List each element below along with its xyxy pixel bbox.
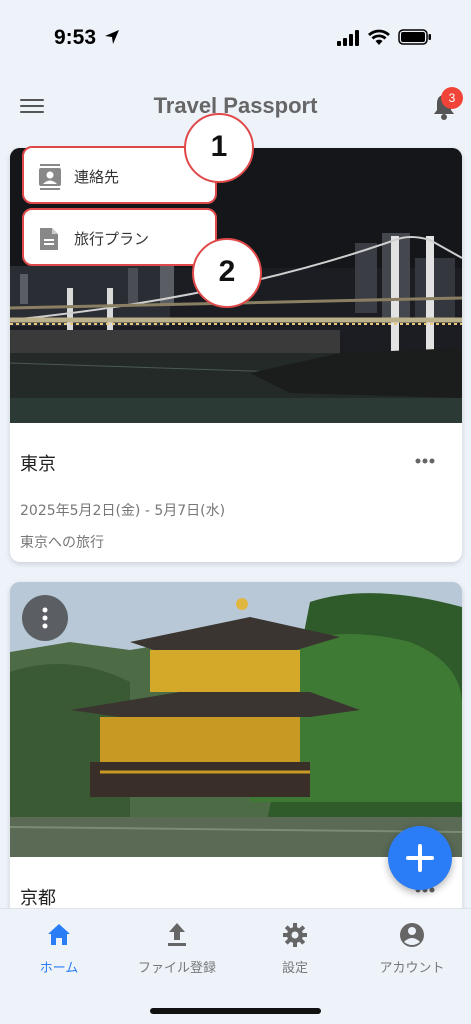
battery-icon <box>398 29 431 45</box>
card-title: 東京 <box>20 454 56 475</box>
home-indicator <box>150 1008 321 1014</box>
kyoto-golden-pavilion-photo <box>10 582 462 857</box>
status-time: 9:53 <box>54 26 97 49</box>
card-dates: 2025年5月2日(金) - 5月7日(水) <box>20 503 226 519</box>
menu-item-travel-plan[interactable]: 旅行プラン <box>22 208 217 266</box>
callout-marker-2: 2 <box>192 238 262 308</box>
card-title: 京都 <box>20 888 56 909</box>
nav-item-home[interactable]: ホーム <box>0 921 118 985</box>
upload-icon <box>168 923 186 946</box>
app-title: Travel Passport <box>153 93 318 118</box>
nav-label: アカウント <box>379 961 445 976</box>
contact-icon <box>39 164 61 190</box>
signal-icon <box>337 30 359 46</box>
add-trip-button[interactable] <box>388 826 452 890</box>
wifi-icon <box>368 29 390 45</box>
more-options-icon[interactable] <box>410 451 440 471</box>
status-bar: 9:53 <box>0 0 471 78</box>
nav-label: 設定 <box>281 961 308 976</box>
callout-marker-1: 1 <box>184 113 254 183</box>
vertical-dots-icon <box>42 607 48 629</box>
bottom-navigation: ホーム ファイル登録 設定 アカウント <box>0 908 471 1024</box>
account-icon <box>400 923 424 947</box>
home-icon <box>48 924 70 945</box>
menu-item-label: 旅行プラン <box>74 230 150 248</box>
gear-icon <box>283 923 307 947</box>
menu-item-label: 連絡先 <box>74 168 120 186</box>
nav-item-settings[interactable]: 設定 <box>236 921 354 985</box>
nav-item-file-upload[interactable]: ファイル登録 <box>118 921 236 985</box>
nav-item-account[interactable]: アカウント <box>353 921 471 985</box>
notification-badge: 3 <box>441 87 463 109</box>
photo-options-button[interactable] <box>22 595 68 641</box>
nav-label: ファイル登録 <box>137 961 216 976</box>
nav-label: ホーム <box>39 961 79 976</box>
document-icon <box>40 228 58 250</box>
card-description: 東京への旅行 <box>20 535 104 551</box>
location-arrow-icon <box>105 30 119 44</box>
